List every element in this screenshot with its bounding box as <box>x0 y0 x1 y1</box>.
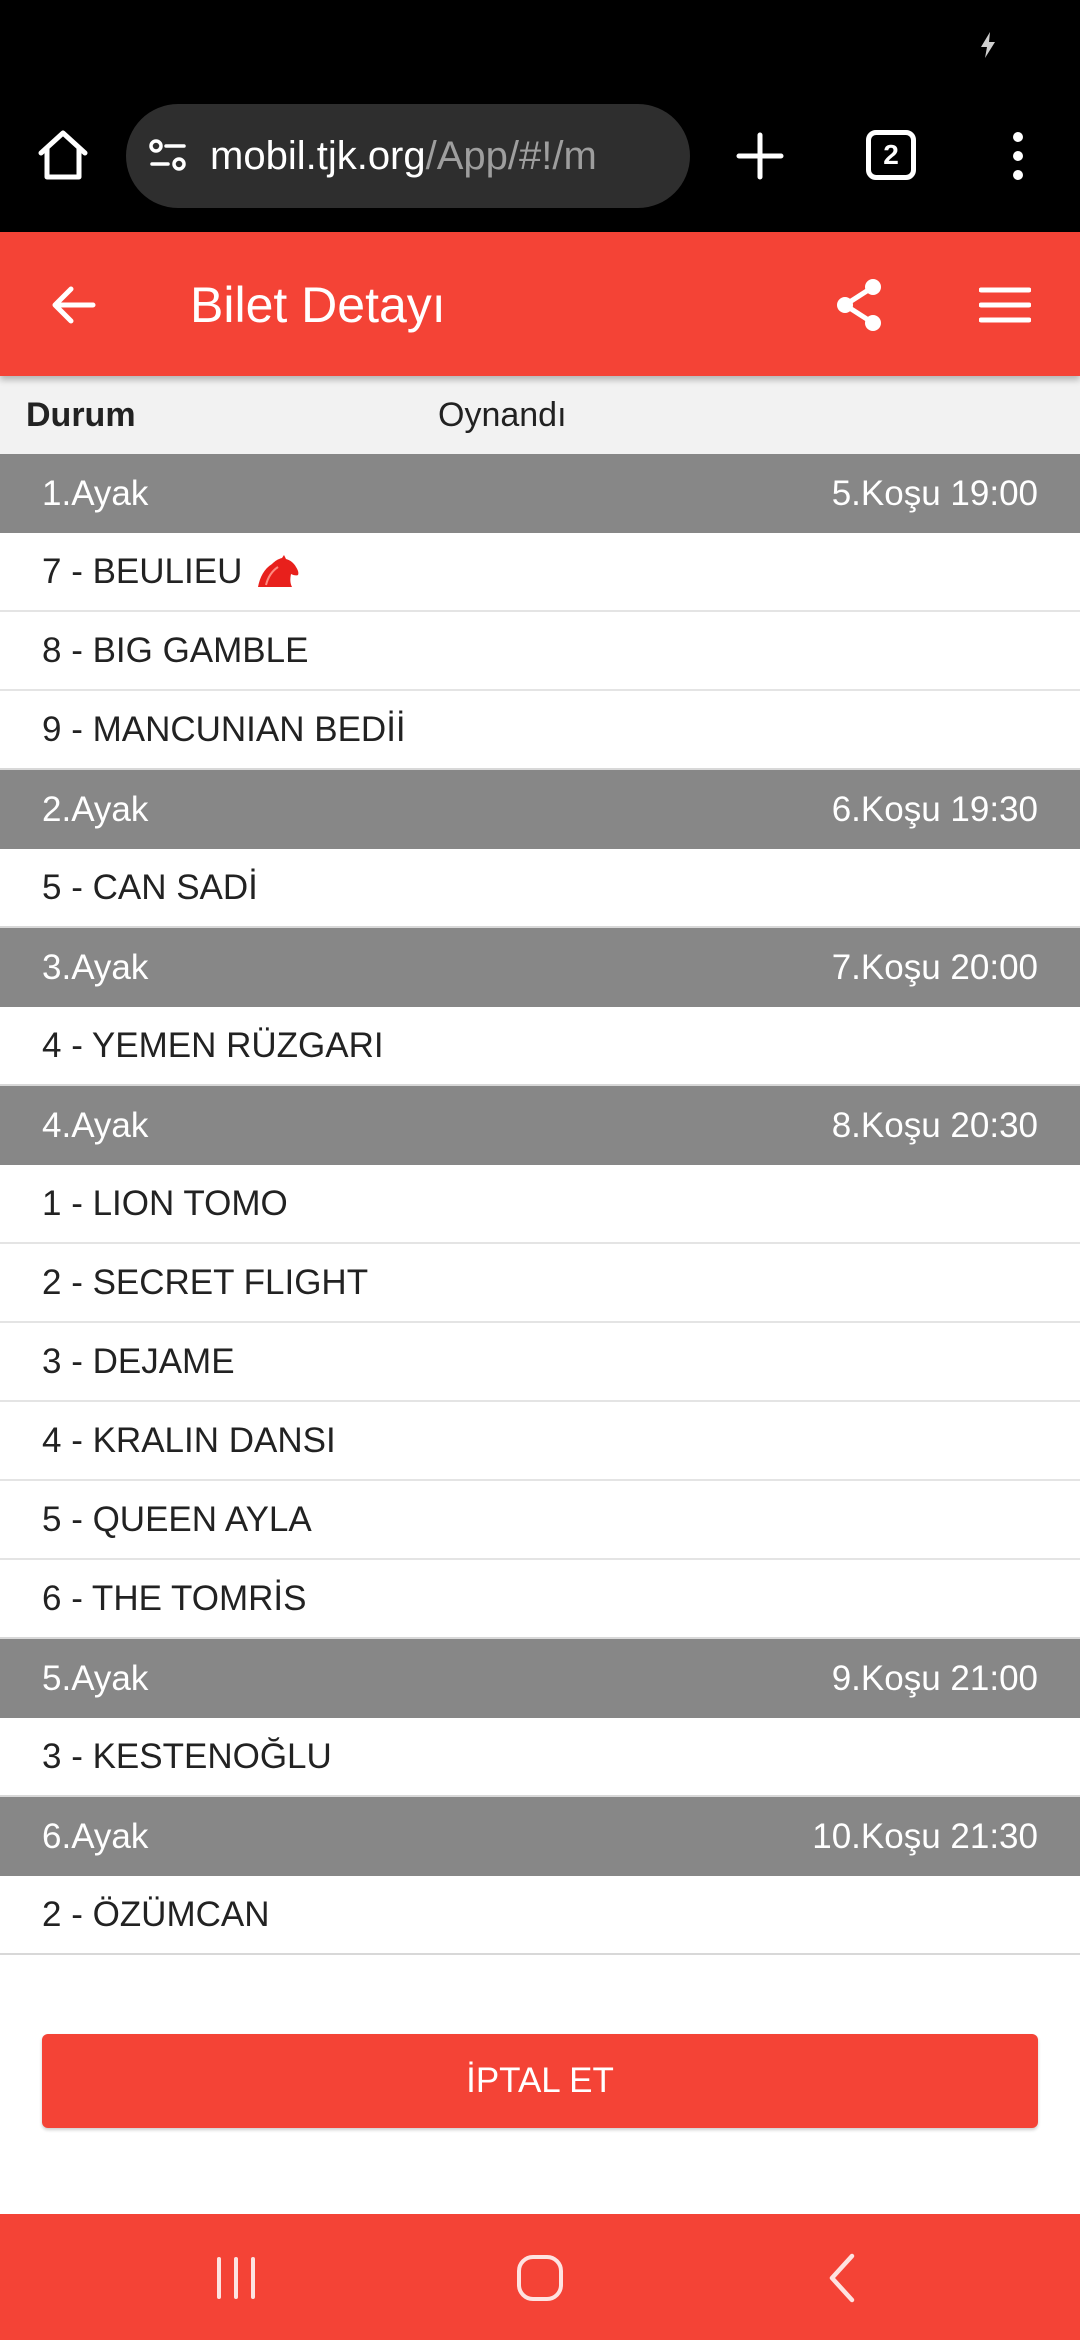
horse-row: 4 - YEMEN RÜZGARI <box>0 1007 1080 1086</box>
tab-count: 2 <box>883 139 899 170</box>
leg-header: 6.Ayak 10.Koşu 21:30 <box>0 1797 1080 1876</box>
horse-row: 1 - LION TOMO <box>0 1165 1080 1244</box>
race-info: 9.Koşu 21:00 <box>831 1658 1038 1698</box>
horse-name: 4 - KRALIN DANSI <box>42 1420 336 1460</box>
horse-name: 3 - KESTENOĞLU <box>42 1736 332 1776</box>
horse-row: 3 - KESTENOĞLU <box>0 1718 1080 1797</box>
browser-home-button[interactable] <box>30 122 96 188</box>
ticket-legs-list: 1.Ayak 5.Koşu 19:00 7 - BEULIEU 8 - BIG … <box>0 454 1080 1955</box>
leg-header: 4.Ayak 8.Koşu 20:30 <box>0 1086 1080 1165</box>
site-settings-icon[interactable] <box>146 134 190 178</box>
more-dot <box>1013 132 1023 142</box>
race-info: 10.Koşu 21:30 <box>812 1816 1038 1856</box>
horse-row: 9 - MANCUNIAN BEDİİ <box>0 691 1080 770</box>
url-text[interactable]: mobil.tjk.org/App/#!/m <box>210 134 597 179</box>
system-back-button[interactable] <box>812 2248 872 2308</box>
race-info: 5.Koşu 19:00 <box>831 473 1038 513</box>
tab-switcher-button[interactable]: 2 <box>866 130 916 180</box>
horse-name: 5 - CAN SADİ <box>42 867 258 907</box>
home-circle-icon <box>517 2255 563 2301</box>
more-dot <box>1013 170 1023 180</box>
ticket-status-row: Durum Oynandı <box>0 376 1080 454</box>
hamburger-icon <box>979 287 1031 323</box>
horse-name: 7 - BEULIEU <box>42 551 243 591</box>
horse-name: 1 - LION TOMO <box>42 1183 288 1223</box>
leg-header: 5.Ayak 9.Koşu 21:00 <box>0 1639 1080 1718</box>
horse-name: 2 - ÖZÜMCAN <box>42 1894 270 1934</box>
horse-name: 2 - SECRET FLIGHT <box>42 1262 369 1302</box>
horse-head-icon <box>258 554 299 587</box>
leg-label: 6.Ayak <box>42 1816 149 1856</box>
race-info: 7.Koşu 20:00 <box>831 947 1038 987</box>
horse-row: 5 - QUEEN AYLA <box>0 1481 1080 1560</box>
horse-row: 2 - SECRET FLIGHT <box>0 1244 1080 1323</box>
horse-name: 3 - DEJAME <box>42 1341 235 1381</box>
horse-row: 7 - BEULIEU <box>0 533 1080 612</box>
url-host: mobil.tjk.org <box>210 133 426 178</box>
plus-icon <box>736 132 784 180</box>
menu-button[interactable] <box>972 272 1038 338</box>
horse-name: 4 - YEMEN RÜZGARI <box>42 1025 384 1065</box>
share-icon <box>837 279 881 331</box>
url-path: /App/#!/m <box>425 133 597 178</box>
horse-row: 5 - CAN SADİ <box>0 849 1080 928</box>
system-home-button[interactable] <box>510 2248 570 2308</box>
back-button[interactable] <box>40 272 106 338</box>
horse-row: 6 - THE TOMRİS <box>0 1560 1080 1639</box>
share-button[interactable] <box>826 272 892 338</box>
horse-name: 9 - MANCUNIAN BEDİİ <box>42 709 406 749</box>
horse-row: 2 - ÖZÜMCAN <box>0 1876 1080 1955</box>
new-tab-button[interactable] <box>728 124 792 188</box>
cancel-ticket-button[interactable]: İPTAL ET <box>42 2034 1038 2128</box>
leg-header: 1.Ayak 5.Koşu 19:00 <box>0 454 1080 533</box>
arrow-left-icon <box>52 286 96 324</box>
horse-row: 3 - DEJAME <box>0 1323 1080 1402</box>
leg-label: 3.Ayak <box>42 947 149 987</box>
more-dot <box>1013 151 1023 161</box>
status-value: Oynandı <box>438 396 567 434</box>
horse-row: 4 - KRALIN DANSI <box>0 1402 1080 1481</box>
horse-name: 5 - QUEEN AYLA <box>42 1499 312 1539</box>
leg-label: 2.Ayak <box>42 789 149 829</box>
recent-apps-button[interactable] <box>206 2248 266 2308</box>
race-info: 6.Koşu 19:30 <box>831 789 1038 829</box>
horse-name: 8 - BIG GAMBLE <box>42 630 309 670</box>
horse-name: 6 - THE TOMRİS <box>42 1578 307 1618</box>
app-header: Bilet Detayı <box>0 232 1080 376</box>
leg-label: 5.Ayak <box>42 1658 149 1698</box>
race-info: 8.Koşu 20:30 <box>831 1105 1038 1145</box>
home-icon <box>38 130 88 180</box>
status-label: Durum <box>26 396 136 434</box>
leg-label: 1.Ayak <box>42 473 149 513</box>
browser-menu-button[interactable] <box>1000 124 1036 188</box>
chevron-left-icon <box>829 2253 855 2303</box>
system-navigation-bar <box>0 2214 1080 2340</box>
cancel-button-label: İPTAL ET <box>466 2061 614 2100</box>
leg-label: 4.Ayak <box>42 1105 149 1145</box>
browser-toolbar: mobil.tjk.org/App/#!/m 2 <box>0 0 1080 232</box>
leg-header: 3.Ayak 7.Koşu 20:00 <box>0 928 1080 1007</box>
leg-header: 2.Ayak 6.Koşu 19:30 <box>0 770 1080 849</box>
horse-row: 8 - BIG GAMBLE <box>0 612 1080 691</box>
recents-icon <box>217 2257 255 2299</box>
address-bar[interactable]: mobil.tjk.org/App/#!/m <box>126 104 690 208</box>
page-title: Bilet Detayı <box>190 277 446 333</box>
charging-icon <box>981 32 995 58</box>
